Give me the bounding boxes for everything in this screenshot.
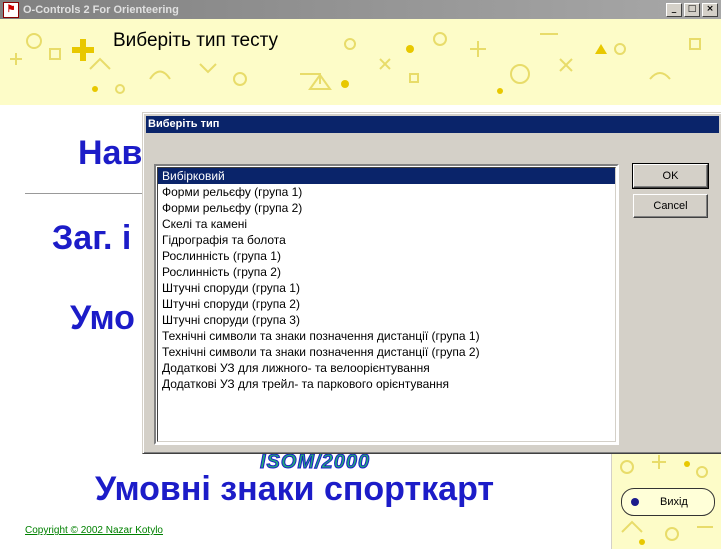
orienteering-symbols-decoration (10, 32, 701, 94)
list-item[interactable]: Рослинність (група 2) (158, 264, 615, 280)
menu-general[interactable]: Заг. і (52, 219, 131, 258)
window-title-bar[interactable]: ⚑ O-Controls 2 For Orienteering _ □ × (0, 0, 721, 19)
list-item[interactable]: Технічні символи та знаки позначення дис… (158, 328, 615, 344)
minimize-button[interactable]: _ (666, 3, 682, 17)
select-type-dialog: Виберіть тип Вибірковий Форми рельєфу (гр… (142, 112, 721, 454)
list-item[interactable]: Вибірковий (158, 168, 615, 184)
list-item[interactable]: Гідрографія та болота (158, 232, 615, 248)
list-item[interactable]: Додаткові УЗ для лижного- та велоорієнту… (158, 360, 615, 376)
type-list[interactable]: Вибірковий Форми рельєфу (група 1) Форми р… (157, 167, 616, 442)
cancel-button[interactable]: Cancel (633, 194, 708, 218)
menu-symbols[interactable]: Умо (70, 299, 135, 338)
exit-bullet-icon (631, 498, 639, 506)
divider (25, 193, 155, 194)
app-icon[interactable]: ⚑ (3, 1, 19, 18)
list-item[interactable]: Технічні символи та знаки позначення дис… (158, 344, 615, 360)
exit-panel: Вихід (611, 452, 721, 549)
window-controls: _ □ × (666, 3, 718, 17)
list-item[interactable]: Форми рельєфу (група 2) (158, 200, 615, 216)
list-item[interactable]: Штучні споруди (група 3) (158, 312, 615, 328)
list-item[interactable]: Форми рельєфу (група 1) (158, 184, 615, 200)
list-item[interactable]: Додаткові УЗ для трейл- та паркового орі… (158, 376, 615, 392)
header-title: Виберіть тип тесту (113, 30, 279, 51)
app-big-title: Умовні знаки спорткарт (95, 470, 495, 508)
list-item[interactable]: Штучні споруди (група 2) (158, 296, 615, 312)
list-item[interactable]: Штучні споруди (група 1) (158, 280, 615, 296)
window-title: O-Controls 2 For Orienteering (23, 3, 179, 16)
menu-navigation[interactable]: Нав (78, 134, 142, 173)
maximize-button[interactable]: □ (684, 3, 700, 17)
exit-button[interactable]: Вихід (621, 488, 715, 516)
dialog-title[interactable]: Виберіть тип (146, 116, 719, 133)
copyright-link[interactable]: Copyright © 2002 Nazar Kotylo (25, 525, 163, 536)
list-item[interactable]: Рослинність (група 1) (158, 248, 615, 264)
ok-button[interactable]: OK (632, 163, 709, 189)
close-button[interactable]: × (702, 3, 718, 17)
list-item[interactable]: Скелі та камені (158, 216, 615, 232)
header-banner: Виберіть тип тесту (0, 19, 721, 105)
type-listbox[interactable]: Вибірковий Форми рельєфу (група 1) Форми р… (154, 164, 619, 445)
exit-button-label: Вихід (660, 496, 688, 508)
